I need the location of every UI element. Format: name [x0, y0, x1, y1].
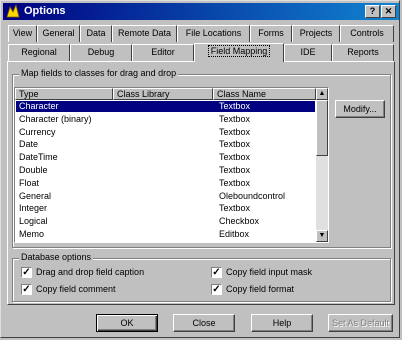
- cell-type: Float: [19, 177, 40, 188]
- cell-class: Textbox: [219, 113, 251, 124]
- tab-ide[interactable]: IDE: [284, 44, 332, 61]
- cell-class: Checkbox: [219, 216, 260, 227]
- cell-class: Textbox: [219, 101, 251, 111]
- cell-type: Integer: [19, 203, 48, 214]
- table-row[interactable]: Float Textbox: [16, 178, 315, 189]
- tab-forms[interactable]: Forms: [250, 25, 292, 42]
- tab-editor[interactable]: Editor: [132, 44, 194, 61]
- tab-general[interactable]: General: [37, 25, 80, 42]
- database-group-label: Database options: [19, 252, 94, 262]
- tab-controls[interactable]: Controls: [340, 25, 394, 42]
- cell-class: Textbox: [219, 165, 251, 175]
- table-row[interactable]: Logical Checkbox: [16, 216, 315, 227]
- tab-debug[interactable]: Debug: [70, 44, 132, 61]
- cell-type: Date: [19, 139, 39, 150]
- tab-file-locations[interactable]: File Locations: [177, 25, 250, 42]
- window-title: Options: [24, 5, 66, 17]
- scroll-thumb[interactable]: [316, 100, 328, 156]
- cell-type: Character (binary): [19, 113, 92, 124]
- column-header-type[interactable]: Type: [15, 88, 113, 100]
- table-row[interactable]: Double Textbox: [16, 165, 315, 176]
- help-button[interactable]: Help: [251, 314, 313, 332]
- cell-class: Textbox: [219, 177, 251, 188]
- tab-view[interactable]: View: [8, 25, 37, 42]
- cell-class: Textbox: [219, 152, 251, 163]
- help-title-button[interactable]: ?: [365, 5, 380, 18]
- cell-type: Double: [19, 165, 48, 175]
- drag-drop-caption-checkbox[interactable]: ✓: [21, 267, 32, 278]
- tab-reports[interactable]: Reports: [332, 44, 394, 61]
- table-row[interactable]: Currency Textbox: [16, 127, 315, 138]
- tab-field-mapping-label: Field Mapping: [207, 45, 271, 57]
- table-row[interactable]: Character Textbox: [16, 101, 315, 112]
- cell-type: DateTime: [19, 152, 58, 163]
- copy-field-format-checkbox[interactable]: ✓: [211, 284, 222, 295]
- mapping-group-label: Map fields to classes for drag and drop: [19, 68, 179, 78]
- scroll-up-arrow-icon[interactable]: ▲: [316, 88, 328, 100]
- options-dialog: Options ? ✕ View General Data Remote Dat…: [0, 0, 400, 338]
- field-mapping-list[interactable]: Type Class Library Class Name Character T…: [14, 87, 329, 243]
- tab-remote-data[interactable]: Remote Data: [112, 25, 177, 42]
- cell-type: Currency: [19, 126, 56, 137]
- tab-field-mapping[interactable]: Field Mapping: [194, 43, 284, 62]
- close-title-button[interactable]: ✕: [381, 5, 396, 18]
- copy-input-mask-label: Copy field input mask: [226, 267, 313, 277]
- copy-field-format-label: Copy field format: [226, 284, 295, 294]
- table-row[interactable]: Character (binary) Textbox: [16, 114, 315, 125]
- set-as-default-button[interactable]: Set As Default: [328, 314, 393, 332]
- cell-type: Character: [19, 101, 59, 111]
- copy-field-comment-label: Copy field comment: [36, 284, 116, 294]
- title-bar[interactable]: Options ? ✕: [3, 3, 399, 20]
- copy-field-comment-checkbox[interactable]: ✓: [21, 284, 32, 295]
- table-row[interactable]: Memo Editbox: [16, 229, 315, 240]
- scroll-down-arrow-icon[interactable]: ▼: [316, 230, 328, 242]
- cell-class: Oleboundcontrol: [219, 190, 286, 201]
- tab-regional[interactable]: Regional: [8, 44, 70, 61]
- table-row[interactable]: Date Textbox: [16, 139, 315, 150]
- column-header-class-library[interactable]: Class Library: [113, 88, 213, 100]
- table-row[interactable]: DateTime Textbox: [16, 152, 315, 163]
- list-scrollbar[interactable]: ▲ ▼: [316, 88, 328, 242]
- cell-class: Editbox: [219, 229, 250, 239]
- database-options-group: Database options: [12, 252, 391, 302]
- tab-data[interactable]: Data: [80, 25, 112, 42]
- cell-class: Textbox: [219, 139, 251, 150]
- modify-button[interactable]: Modify...: [335, 100, 385, 118]
- cell-type: General: [19, 190, 52, 201]
- copy-input-mask-checkbox[interactable]: ✓: [211, 267, 222, 278]
- column-header-class-name[interactable]: Class Name: [213, 88, 316, 100]
- close-button[interactable]: Close: [173, 314, 235, 332]
- options-app-icon: [6, 4, 20, 18]
- cell-type: Memo: [19, 229, 45, 239]
- cell-class: Textbox: [219, 126, 251, 137]
- cell-type: Logical: [19, 216, 48, 227]
- drag-drop-caption-label: Drag and drop field caption: [36, 267, 145, 277]
- ok-button[interactable]: OK: [96, 314, 158, 332]
- cell-class: Textbox: [219, 203, 251, 214]
- tab-projects[interactable]: Projects: [292, 25, 340, 42]
- table-row[interactable]: General Oleboundcontrol: [16, 191, 315, 202]
- table-row[interactable]: Integer Textbox: [16, 203, 315, 214]
